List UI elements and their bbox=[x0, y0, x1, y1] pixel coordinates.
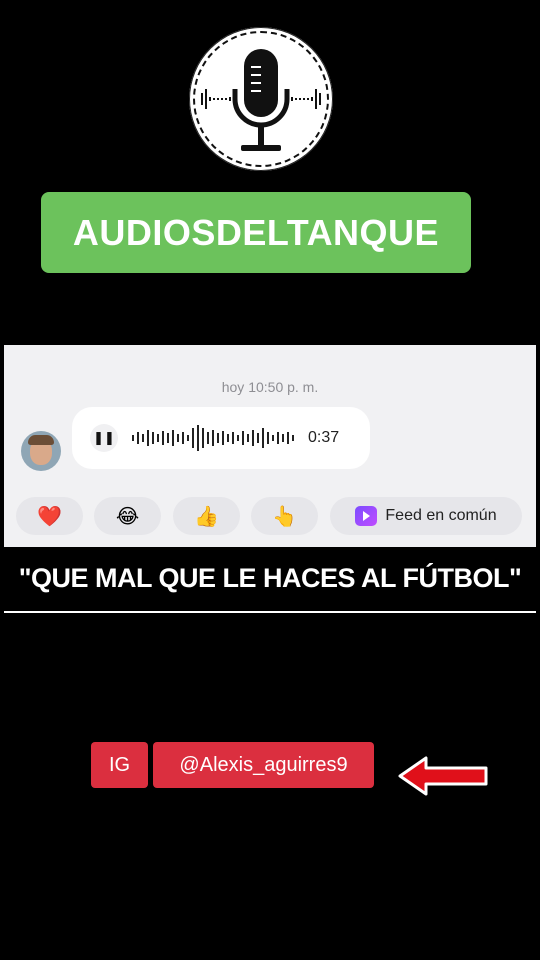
waveform-icon[interactable] bbox=[130, 420, 302, 456]
quote-underline bbox=[4, 611, 536, 613]
quote-caption: "QUE MAL QUE LE HACES AL FÚTBOL" bbox=[18, 563, 522, 593]
brand-banner: AUDIOSDELTANQUE bbox=[41, 192, 471, 273]
voice-duration: 0:37 bbox=[308, 429, 340, 446]
feed-icon bbox=[355, 506, 378, 526]
instagram-handle[interactable]: @Alexis_aguirres9 bbox=[153, 742, 374, 788]
arrow-left-icon bbox=[398, 756, 488, 796]
message-timestamp: hoy 10:50 p. m. bbox=[221, 379, 319, 395]
microphone-logo bbox=[189, 27, 333, 171]
microphone-icon bbox=[201, 49, 321, 151]
voice-message-bubble[interactable]: ❚❚ 0:37 bbox=[72, 407, 370, 469]
thumbs-up-icon[interactable]: 👍 bbox=[173, 497, 240, 535]
heart-icon[interactable]: ❤️ bbox=[16, 497, 83, 535]
pointing-icon[interactable]: 👆 bbox=[251, 497, 318, 535]
feed-button[interactable]: Feed en común bbox=[330, 497, 522, 535]
pause-icon[interactable]: ❚❚ bbox=[90, 424, 118, 452]
feed-button-label: Feed en común bbox=[385, 507, 497, 524]
avatar[interactable] bbox=[21, 431, 61, 471]
laughing-icon[interactable]: 😂 bbox=[94, 497, 161, 535]
avatar-hair bbox=[28, 435, 54, 445]
chat-panel: hoy 10:50 p. m. ❚❚ 0:37 ❤️ 😂 👍 👆 Feed en… bbox=[4, 345, 536, 547]
brand-title: AUDIOSDELTANQUE bbox=[72, 211, 440, 253]
ig-badge: IG bbox=[91, 742, 148, 788]
